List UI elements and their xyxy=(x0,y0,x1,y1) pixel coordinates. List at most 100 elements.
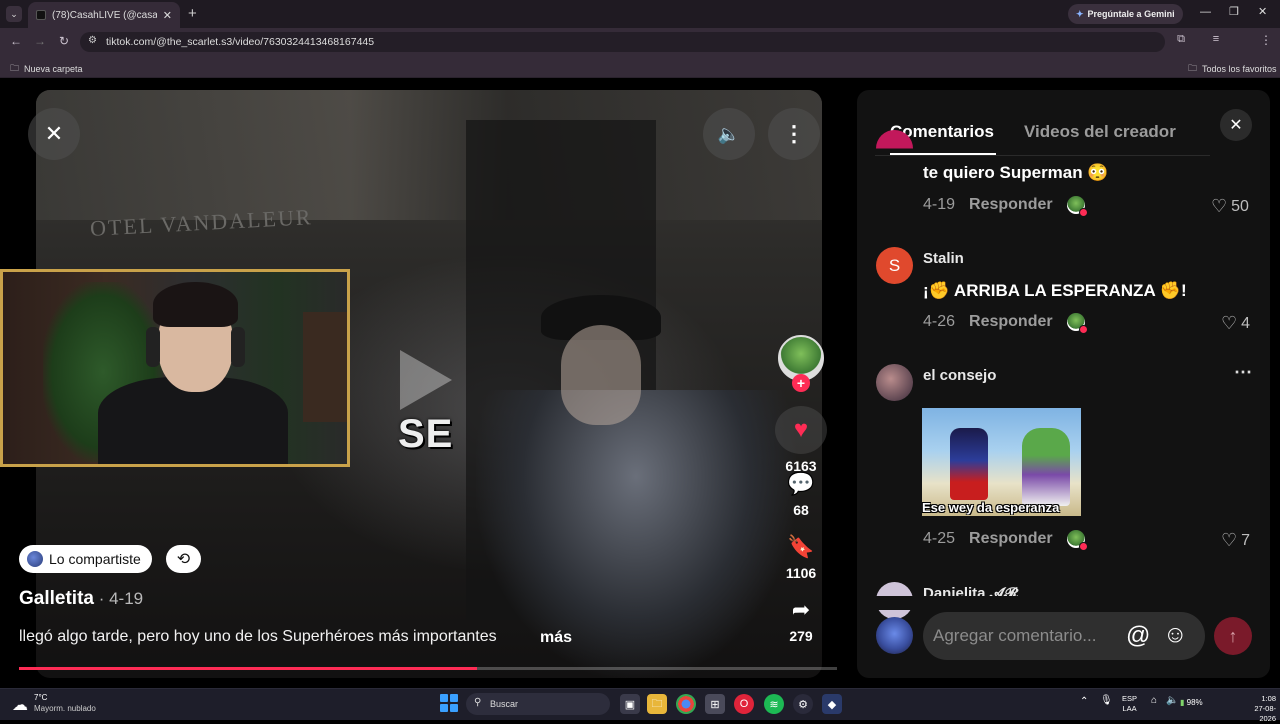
comment-text: ¡✊ ARRIBA LA ESPERANZA ✊! xyxy=(923,281,1187,300)
volume-tray-icon[interactable]: 🔈 xyxy=(1166,695,1178,706)
comment-button[interactable]: 💬 68 xyxy=(773,470,829,518)
clock-time: 1:08 xyxy=(1261,694,1276,703)
repost-button[interactable]: ⟲ xyxy=(166,545,201,573)
comment-like-button[interactable]: ♡ 4 xyxy=(1221,313,1250,334)
comment-like-button[interactable]: ♡ 50 xyxy=(1211,196,1249,217)
play-icon[interactable] xyxy=(400,350,452,410)
gif-character-piccolo xyxy=(1022,428,1070,506)
new-tab-button[interactable]: + xyxy=(188,5,197,22)
send-button[interactable]: ↑ xyxy=(1214,617,1252,655)
tab-creator-videos[interactable]: Videos del creador xyxy=(1024,122,1176,142)
comment-avatar[interactable]: S xyxy=(876,247,913,284)
reply-button[interactable]: Responder xyxy=(969,530,1053,548)
browser-tab[interactable]: (78)CasahLIVE (@casah.tv) | Tik ✕ xyxy=(28,2,180,28)
app-icon[interactable]: ◆ xyxy=(822,694,842,714)
address-bar[interactable]: ⚙ tiktok.com/@the_scarlet.s3/video/76303… xyxy=(80,32,1165,52)
all-bookmarks-label: Todos los favoritos xyxy=(1202,64,1277,74)
restore-icon[interactable]: ❐ xyxy=(1229,5,1239,18)
minimize-icon[interactable]: — xyxy=(1200,6,1211,18)
webcam-hair xyxy=(153,282,238,327)
comment-more-icon[interactable]: ⋯ xyxy=(1234,362,1252,383)
forward-icon[interactable]: → xyxy=(32,34,48,48)
extensions-icon[interactable]: ⧉ xyxy=(1173,33,1189,46)
comment-avatar[interactable] xyxy=(876,364,913,401)
progress-fill xyxy=(19,667,478,670)
windows-start-icon[interactable] xyxy=(440,694,458,712)
tab-close-icon[interactable]: ✕ xyxy=(163,9,172,22)
url-text: tiktok.com/@the_scarlet.s3/video/7630324… xyxy=(106,36,375,48)
reply-button[interactable]: Responder xyxy=(969,313,1053,331)
close-video-button[interactable]: ✕ xyxy=(28,108,80,160)
comment-bubble-icon: 💬 xyxy=(787,471,815,496)
share-button[interactable]: ➦ 279 xyxy=(773,596,829,644)
network-icon[interactable]: ⌂ xyxy=(1151,695,1157,706)
arrow-up-icon: ↑ xyxy=(1228,625,1238,646)
bookmark-folder[interactable]: 🗀 Nueva carpeta xyxy=(10,61,83,77)
webcam-headset-left xyxy=(146,327,160,367)
description-more-link[interactable]: más xyxy=(540,629,572,647)
weather-description[interactable]: Mayorm. nublado xyxy=(34,704,96,713)
file-explorer-icon[interactable]: 🗀 xyxy=(647,694,667,714)
heart-outline-icon: ♡ xyxy=(1221,313,1238,333)
comment-username[interactable]: el consejo xyxy=(923,367,996,384)
video-description: llegó algo tarde, pero hoy uno de los Su… xyxy=(19,628,497,645)
store-icon[interactable]: ⊞ xyxy=(705,694,725,714)
like-button[interactable]: ♥ 6163 xyxy=(773,406,829,474)
taskbar-search[interactable]: ⚲ Buscar xyxy=(466,693,610,715)
video-scene-figure xyxy=(476,390,796,678)
weather-temperature[interactable]: 7°C xyxy=(34,693,47,702)
gemini-button[interactable]: ✦ Pregúntale a Gemini xyxy=(1068,4,1183,24)
tray-chevron-icon[interactable]: ⌃ xyxy=(1080,696,1088,707)
battery-icon: ▮ xyxy=(1180,698,1185,707)
heart-outline-icon: ♡ xyxy=(1211,196,1228,216)
language-indicator[interactable]: ESP LAA xyxy=(1122,694,1137,714)
comment-like-button[interactable]: ♡ 7 xyxy=(1221,530,1250,551)
spotify-icon[interactable]: ≋ xyxy=(764,694,784,714)
video-caption-overlay: SE xyxy=(398,412,454,456)
site-info-icon[interactable]: ⚙ xyxy=(88,35,97,46)
chrome-icon[interactable] xyxy=(676,694,696,714)
volume-button[interactable]: 🔈 xyxy=(703,108,755,160)
battery-indicator[interactable]: ▮ 98% xyxy=(1180,698,1203,707)
reply-button[interactable]: Responder xyxy=(969,196,1053,214)
gif-character-superman xyxy=(950,428,988,500)
more-options-button[interactable]: ⋮ xyxy=(768,108,820,160)
browser-tab-title: (78)CasahLIVE (@casah.tv) | Tik xyxy=(52,9,157,21)
opera-icon[interactable]: O xyxy=(734,694,754,714)
follow-plus-icon[interactable]: + xyxy=(792,374,810,392)
shared-badge[interactable]: Lo compartiste xyxy=(19,545,152,573)
tab-search-icon[interactable]: ⌄ xyxy=(6,6,22,22)
save-button[interactable]: 🔖 1106 xyxy=(773,533,829,581)
all-bookmarks[interactable]: 🗀 Todos los favoritos xyxy=(1188,61,1277,77)
back-icon[interactable]: ← xyxy=(8,34,24,48)
comment-meta: 4-19 Responder xyxy=(923,196,1088,217)
panel-scroll-edge xyxy=(857,596,1270,610)
media-icon[interactable]: ≡ xyxy=(1208,33,1224,45)
emoji-icon[interactable]: ☺ xyxy=(1163,621,1188,649)
folder-icon: 🗀 xyxy=(1188,63,1198,73)
close-panel-button[interactable]: ✕ xyxy=(1220,109,1252,141)
microphone-icon[interactable]: 🎙 xyxy=(1100,695,1113,706)
creator-liked-avatar xyxy=(1066,196,1088,217)
menu-icon[interactable]: ⋮ xyxy=(1258,33,1274,47)
close-icon: ✕ xyxy=(1229,117,1243,134)
taskbar-search-label: Buscar xyxy=(490,699,519,709)
comment-date: 4-19 xyxy=(923,196,956,213)
comment-date: 4-25 xyxy=(923,530,956,547)
comment-like-count: 7 xyxy=(1241,531,1251,549)
bookmark-folder-label: Nueva carpeta xyxy=(24,64,83,74)
cloud-icon[interactable]: ☁ xyxy=(12,695,28,715)
keyboard-layout: LAA xyxy=(1122,704,1137,713)
mention-icon[interactable]: @ xyxy=(1126,622,1150,650)
window-close-icon[interactable]: ✕ xyxy=(1258,5,1267,18)
comment-count: 68 xyxy=(793,502,809,518)
tiktok-favicon-icon xyxy=(36,10,46,20)
gif-caption: Ese wey da esperanza xyxy=(922,500,1060,515)
steam-icon[interactable]: ⚙ xyxy=(793,694,813,714)
webcam-poster xyxy=(303,312,347,422)
comment-username[interactable]: Stalin xyxy=(923,250,964,267)
task-view-icon[interactable]: ▣ xyxy=(620,694,640,714)
reload-icon[interactable]: ↻ xyxy=(56,34,72,48)
share-count: 279 xyxy=(789,628,813,644)
author-name[interactable]: Galletita xyxy=(19,588,94,609)
